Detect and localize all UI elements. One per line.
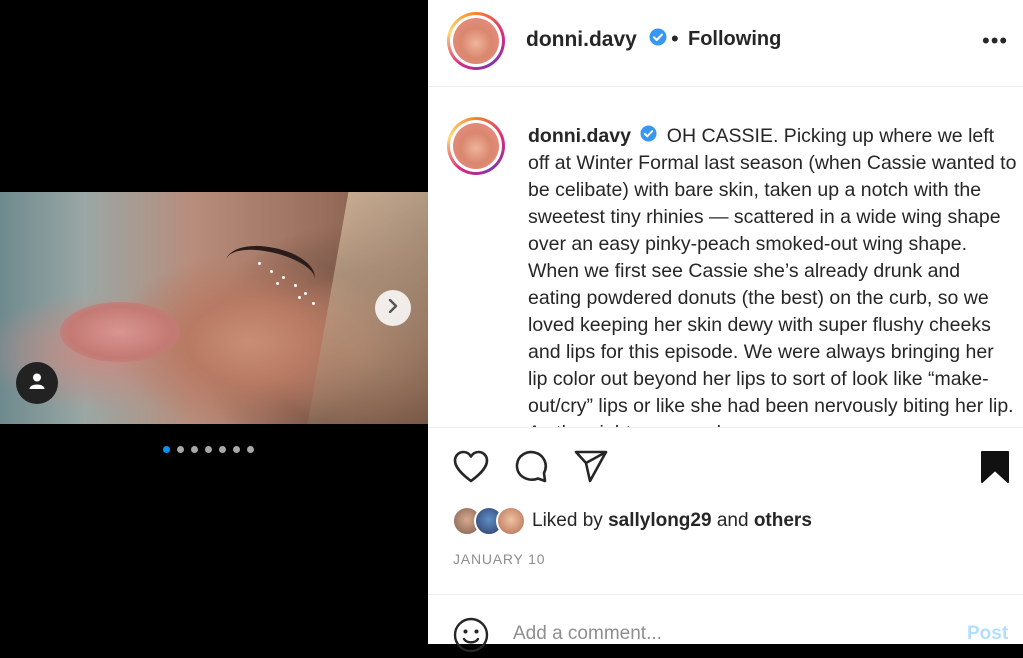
carousel-dot bbox=[191, 446, 198, 453]
likes-row: Liked by sallylong29 and others bbox=[452, 506, 812, 536]
bookmark-icon[interactable] bbox=[980, 450, 1010, 489]
carousel-indicator bbox=[163, 446, 254, 453]
caption-avatar[interactable] bbox=[447, 117, 505, 175]
following-button[interactable]: Following bbox=[688, 28, 781, 51]
caption-text: donni.davy OH CASSIE. Picking up where w… bbox=[528, 123, 1018, 427]
carousel-dot bbox=[247, 446, 254, 453]
comment-input[interactable]: Add a comment... bbox=[513, 623, 662, 645]
action-bar bbox=[428, 427, 1023, 508]
carousel-dot bbox=[205, 446, 212, 453]
carousel-next-button[interactable] bbox=[375, 290, 411, 326]
share-icon[interactable] bbox=[573, 450, 609, 489]
liker-avatar[interactable] bbox=[496, 506, 526, 536]
post-comment-button[interactable]: Post bbox=[967, 623, 1008, 645]
photo-rhinestone bbox=[312, 302, 315, 305]
post-media bbox=[0, 0, 428, 644]
photo-rhinestone bbox=[294, 284, 297, 287]
post-header: donni.davy • Following ••• bbox=[428, 0, 1023, 87]
user-tag-button[interactable] bbox=[16, 362, 58, 404]
liked-by-others-link[interactable]: others bbox=[754, 510, 812, 531]
author-username[interactable]: donni.davy bbox=[526, 28, 637, 51]
photo-rhinestone bbox=[276, 282, 279, 285]
caption-area: donni.davy OH CASSIE. Picking up where w… bbox=[428, 87, 1023, 427]
author-name-wrap: donni.davy bbox=[526, 28, 667, 52]
photo-rhinestone bbox=[282, 276, 285, 279]
carousel-dot bbox=[219, 446, 226, 453]
carousel-dot bbox=[177, 446, 184, 453]
header-separator: • bbox=[671, 26, 679, 51]
post-date[interactable]: JANUARY 10 bbox=[453, 551, 545, 567]
comment-bar: Add a comment... Post bbox=[428, 594, 1023, 653]
more-icon[interactable]: ••• bbox=[982, 28, 1008, 54]
post-panel: donni.davy • Following ••• donni.davy OH… bbox=[428, 0, 1023, 653]
carousel-dot bbox=[163, 446, 170, 453]
author-avatar[interactable] bbox=[447, 12, 505, 70]
verified-icon bbox=[649, 28, 667, 52]
photo-rhinestone bbox=[304, 292, 307, 295]
user-tag-icon bbox=[28, 372, 46, 395]
verified-icon bbox=[640, 123, 657, 150]
heart-icon[interactable] bbox=[453, 450, 489, 489]
photo-rhinestone bbox=[298, 296, 301, 299]
carousel-dot bbox=[233, 446, 240, 453]
chevron-right-icon bbox=[386, 298, 400, 318]
photo-rhinestone bbox=[270, 270, 273, 273]
post-photo[interactable] bbox=[0, 192, 428, 424]
caption-username[interactable]: donni.davy bbox=[528, 125, 631, 147]
photo-rhinestone bbox=[258, 262, 261, 265]
emoji-icon[interactable] bbox=[453, 617, 489, 658]
liked-by-prefix: Liked by bbox=[532, 510, 603, 531]
comment-icon[interactable] bbox=[513, 448, 549, 489]
likes-text: Liked by sallylong29 and others bbox=[532, 510, 812, 532]
liked-by-user-link[interactable]: sallylong29 bbox=[608, 510, 712, 531]
liked-by-and: and bbox=[716, 510, 749, 531]
caption-body: OH CASSIE. Picking up where we left off … bbox=[528, 125, 1017, 427]
photo-lips bbox=[60, 302, 180, 362]
